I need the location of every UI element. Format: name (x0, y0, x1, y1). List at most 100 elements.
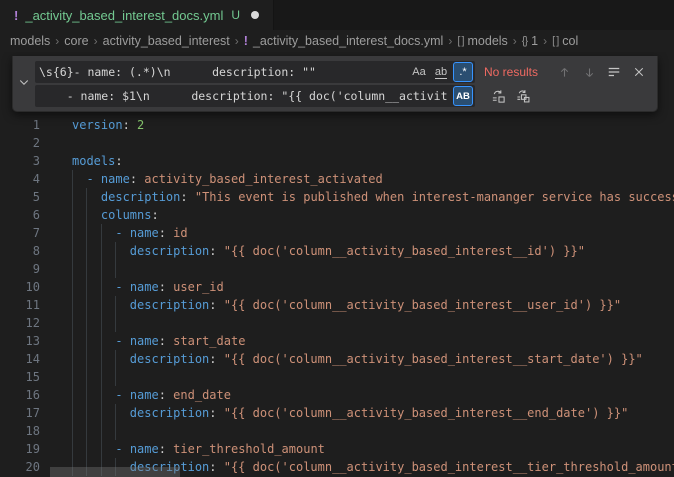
line-number: 16 (0, 386, 40, 404)
indent-guide (86, 260, 87, 278)
code-token: end_date (173, 388, 231, 402)
breadcrumb-separator-icon: › (94, 34, 98, 48)
code-token: : (159, 334, 173, 348)
indent-guide (101, 368, 102, 386)
whole-word-toggle[interactable]: ab (431, 62, 451, 82)
code-line: 16 - name: end_date (0, 386, 674, 404)
code-line: 11 description: "{{ doc('column__activit… (0, 296, 674, 314)
code-token: user_id (173, 280, 224, 294)
replace-button[interactable] (487, 85, 509, 107)
indent-guide (101, 314, 102, 332)
find-in-selection-button[interactable] (603, 61, 625, 83)
code-token: : (159, 226, 173, 240)
replace-input[interactable] (35, 85, 475, 107)
indent-guide (101, 296, 102, 314)
line-text: description: "{{ doc('column__activity_b… (72, 242, 674, 260)
regex-toggle[interactable]: .* (453, 62, 473, 82)
indent-guide (72, 296, 73, 314)
code-line: 10 - name: user_id (0, 278, 674, 296)
breadcrumb-item[interactable]: models (10, 34, 50, 48)
indent-guide (115, 260, 116, 278)
code-line: 19 - name: tier_threshold_amount (0, 440, 674, 458)
chevron-down-icon (18, 75, 30, 93)
breadcrumb-label: models (10, 34, 50, 48)
indent-guide (72, 242, 73, 260)
code-line: 2 (0, 134, 674, 152)
breadcrumb-separator-icon: › (513, 34, 517, 48)
tab-active-file[interactable]: ! _activity_based_interest_docs.yml U (0, 0, 274, 30)
code-token: : (159, 388, 173, 402)
indent-guide (72, 260, 73, 278)
code-token: : (130, 172, 144, 186)
breadcrumb-label: activity_based_interest (103, 34, 230, 48)
find-results-status: No results (484, 65, 550, 79)
breadcrumb-item[interactable]: activity_based_interest (103, 34, 230, 48)
indent-guide (86, 350, 87, 368)
breadcrumb-separator-icon: › (235, 34, 239, 48)
code-token: tier_threshold_amount (173, 442, 325, 456)
modified-dot-icon[interactable] (251, 11, 259, 19)
indent-guide (86, 422, 87, 440)
line-number: 10 (0, 278, 40, 296)
line-number: 15 (0, 368, 40, 386)
indent-guide (101, 224, 102, 242)
indent-guide (72, 170, 73, 188)
close-find-button[interactable] (628, 61, 650, 83)
indent-guide (115, 314, 116, 332)
code-token: name (130, 442, 159, 456)
indent-guide (86, 368, 87, 386)
replace-icon (491, 89, 506, 104)
code-token: description (101, 190, 180, 204)
breadcrumb-item[interactable]: {}1 (522, 34, 538, 48)
indent-guide (86, 296, 87, 314)
breadcrumb-item[interactable]: [ ]models (457, 34, 507, 48)
code-token: version (72, 118, 123, 132)
editor-pane[interactable]: Aa ab .* No results (0, 52, 674, 477)
code-token: "{{ doc('column__activity_based_interest… (224, 244, 585, 258)
code-token: "{{ doc('column__activity_based_interest… (224, 406, 629, 420)
indent-guide (86, 314, 87, 332)
indent-guide (86, 206, 87, 224)
replace-all-icon (516, 89, 531, 104)
code-token: : (209, 298, 223, 312)
code-token: : (209, 244, 223, 258)
breadcrumb-label: core (64, 34, 88, 48)
preserve-case-toggle[interactable]: AB (453, 86, 473, 106)
line-text: description: "{{ doc('column__activity_b… (72, 404, 674, 422)
code-token: "{{ doc('column__activity_based_interest… (224, 352, 643, 366)
indent-guide (101, 440, 102, 458)
indent-guide (72, 440, 73, 458)
toggle-replace-button[interactable] (13, 56, 35, 111)
line-text: - name: start_date (72, 332, 674, 350)
breadcrumb-item[interactable]: [ ]col (552, 34, 578, 48)
line-text: - name: id (72, 224, 674, 242)
code-area[interactable]: 1version: 223models:4 - name: activity_b… (0, 116, 674, 476)
next-match-button[interactable] (578, 61, 600, 83)
indent-guide (115, 242, 116, 260)
code-token: name (130, 334, 159, 348)
indent-guide (101, 404, 102, 422)
line-text (72, 134, 674, 152)
code-line: 3models: (0, 152, 674, 170)
match-case-toggle[interactable]: Aa (409, 62, 429, 82)
indent-guide (101, 242, 102, 260)
code-token: 2 (137, 118, 144, 132)
code-token (72, 442, 115, 456)
line-text (72, 422, 674, 440)
tab-bar: ! _activity_based_interest_docs.yml U (0, 0, 674, 30)
line-number: 5 (0, 188, 40, 206)
indent-guide (101, 260, 102, 278)
breadcrumb-item[interactable]: !_activity_based_interest_docs.yml (244, 34, 444, 48)
breadcrumb-item[interactable]: core (64, 34, 88, 48)
previous-match-button[interactable] (553, 61, 575, 83)
code-token: : (180, 190, 194, 204)
git-status-badge: U (231, 8, 240, 22)
replace-all-button[interactable] (512, 85, 534, 107)
code-token (72, 334, 115, 348)
line-text: version: 2 (72, 116, 674, 134)
horizontal-scrollbar-thumb[interactable] (50, 467, 180, 477)
line-text: description: "{{ doc('column__activity_b… (72, 350, 674, 368)
code-token: "{{ doc('column__activity_based_interest… (224, 460, 674, 474)
indent-guide (115, 350, 116, 368)
line-number: 6 (0, 206, 40, 224)
